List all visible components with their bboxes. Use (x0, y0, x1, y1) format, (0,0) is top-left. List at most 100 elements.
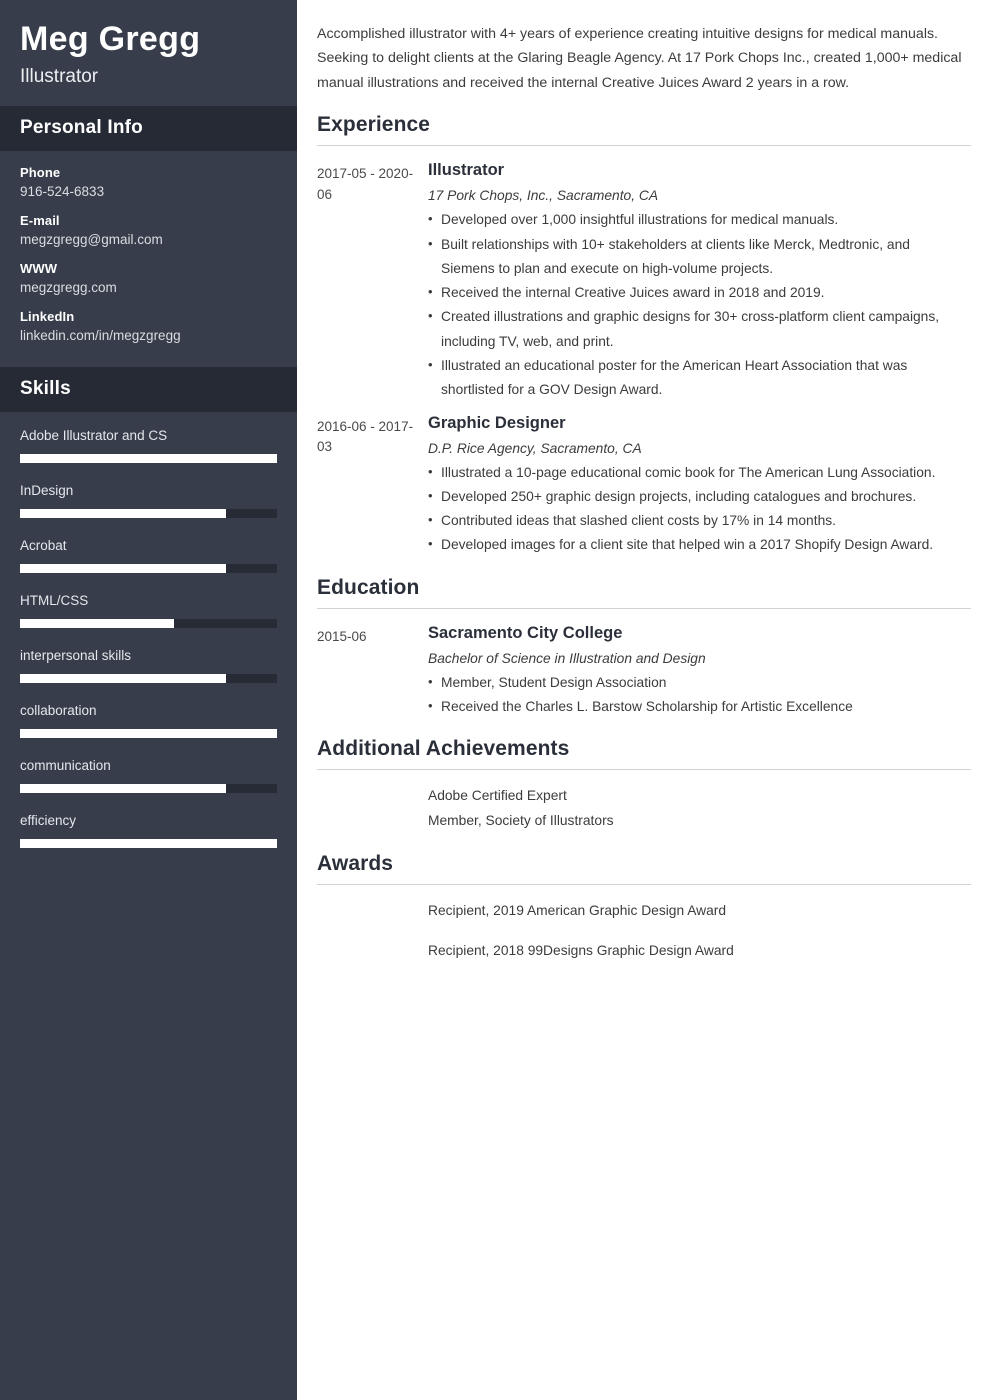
section-divider (317, 883, 971, 885)
skill-level-bar (20, 784, 277, 794)
section-divider (317, 769, 971, 771)
education-section: Education 2015-06 Sacramento City College… (317, 576, 971, 720)
entry-bullet-list: Illustrated a 10-page educational comic … (428, 461, 971, 558)
skill-level-fill (20, 454, 277, 464)
skill-level-bar (20, 839, 277, 849)
skill-label: Acrobat (20, 538, 67, 554)
entry-date: 2015-06 (317, 628, 367, 644)
experience-section: Experience 2017-05 - 2020-06 Illustrator 1… (317, 113, 971, 557)
contact-value[interactable]: linkedin.com/in/megzgregg (20, 328, 277, 343)
entry-subtitle: Bachelor of Science in Illustration and … (428, 650, 706, 666)
sidebar: Meg Gregg Illustrator Personal Info Phon… (0, 0, 297, 1400)
skill-item: Adobe Illustrator and CS (20, 428, 277, 464)
contact-item: E-mail megzgregg@gmail.com (20, 213, 277, 247)
candidate-name: Meg Gregg (20, 20, 201, 58)
awards-heading: Awards (317, 851, 394, 875)
list-item: Adobe Certified Expert (428, 788, 567, 804)
entry-title: Graphic Designer (428, 413, 566, 432)
skill-level-fill (20, 839, 277, 849)
skill-label: efficiency (20, 813, 77, 829)
experience-heading: Experience (317, 113, 431, 137)
entry-body: Sacramento City College Bachelor of Scien… (428, 624, 971, 720)
entry-body: Illustrator 17 Pork Chops, Inc., Sacramen… (428, 161, 971, 402)
skill-level-bar (20, 619, 277, 629)
entry-bullet: Illustrated a 10-page educational comic … (428, 461, 958, 485)
contact-item: LinkedIn linkedin.com/in/megzgregg (20, 309, 277, 343)
contact-label: Phone (20, 165, 61, 181)
contact-item: WWW megzgregg.com (20, 261, 277, 295)
resume-page: Meg Gregg Illustrator Personal Info Phon… (0, 0, 990, 1400)
skill-label: interpersonal skills (20, 648, 132, 664)
entry-bullet: Received the internal Creative Juices aw… (428, 281, 958, 305)
education-entries: 2015-06 Sacramento City College Bachelor o… (317, 613, 971, 720)
skills-heading: Skills (20, 378, 71, 400)
skill-item: HTML/CSS (20, 593, 277, 629)
main-content: Accomplished illustrator with 4+ years o… (297, 0, 990, 1400)
list-item: Recipient, 2019 American Graphic Design … (428, 902, 727, 918)
contact-value[interactable]: megzgregg.com (20, 280, 277, 295)
contact-label: WWW (20, 261, 58, 277)
awards-list: Recipient, 2019 American Graphic Design … (317, 889, 971, 964)
skills-header: Skills (0, 367, 297, 413)
skill-item: Acrobat (20, 538, 277, 574)
additional-achievements-heading: Additional Achievements (317, 737, 570, 761)
skill-item: efficiency (20, 813, 277, 849)
entry-bullet: Contributed ideas that slashed client co… (428, 509, 958, 533)
contact-item: Phone 916-524-6833 (20, 165, 277, 199)
entry-bullet: Developed images for a client site that … (428, 533, 958, 557)
entry-bullet: Developed over 1,000 insightful illustra… (428, 208, 958, 232)
skill-label: InDesign (20, 483, 74, 499)
list-item: Recipient, 2018 99Designs Graphic Design… (428, 942, 734, 958)
skill-level-fill (20, 784, 226, 794)
section-divider (317, 607, 971, 609)
skill-label: Adobe Illustrator and CS (20, 428, 168, 444)
skill-label: communication (20, 758, 111, 774)
skill-level-fill (20, 564, 226, 574)
personal-info-list: Phone 916-524-6833 E-mail megzgregg@gmail.c… (0, 151, 297, 367)
skill-label: collaboration (20, 703, 97, 719)
skill-level-fill (20, 674, 226, 684)
additional-achievements-section: Additional Achievements Adobe Certified … (317, 737, 971, 834)
contact-label: LinkedIn (20, 309, 75, 325)
skill-level-bar (20, 674, 277, 684)
entry: 2016-06 - 2017-03 Graphic Designer D.P. Ri… (317, 403, 971, 558)
skills-list: Adobe Illustrator and CS InDesign Acrobat H… (0, 412, 297, 888)
experience-entries: 2017-05 - 2020-06 Illustrator 17 Pork Chop… (317, 150, 971, 557)
name-block: Meg Gregg Illustrator (0, 0, 297, 106)
skill-level-fill (20, 729, 277, 739)
entry-bullet: Illustrated an educational poster for th… (428, 354, 958, 403)
education-heading: Education (317, 575, 420, 599)
entry-bullet: Developed 250+ graphic design projects, … (428, 485, 958, 509)
section-divider (317, 145, 971, 147)
entry-bullet: Created illustrations and graphic design… (428, 305, 958, 354)
entry-title: Sacramento City College (428, 623, 623, 642)
entry-bullet: Built relationships with 10+ stakeholder… (428, 233, 958, 282)
personal-info-heading: Personal Info (20, 117, 143, 139)
entry-subtitle: 17 Pork Chops, Inc., Sacramento, CA (428, 188, 659, 204)
entry-title: Illustrator (428, 161, 505, 180)
contact-value[interactable]: megzgregg@gmail.com (20, 232, 277, 247)
personal-info-header: Personal Info (0, 106, 297, 152)
entry-bullet-list: Member, Student Design AssociationReceiv… (428, 671, 971, 720)
skill-level-bar (20, 509, 277, 519)
contact-value[interactable]: 916-524-6833 (20, 184, 277, 199)
list-item: Member, Society of Illustrators (428, 813, 614, 829)
skill-item: communication (20, 758, 277, 794)
skill-level-bar (20, 454, 277, 464)
skill-level-fill (20, 509, 226, 519)
candidate-job-title: Illustrator (20, 66, 99, 88)
entry-date: 2016-06 - 2017-03 (317, 418, 414, 455)
contact-label: E-mail (20, 213, 60, 229)
additional-achievements-list: Adobe Certified Expert Member, Society of… (317, 774, 971, 834)
skill-item: interpersonal skills (20, 648, 277, 684)
professional-summary: Accomplished illustrator with 4+ years o… (317, 26, 962, 91)
entry-bullet-list: Developed over 1,000 insightful illustra… (428, 208, 971, 402)
entry-body: Graphic Designer D.P. Rice Agency, Sacram… (428, 414, 971, 558)
entry-date: 2017-05 - 2020-06 (317, 166, 414, 203)
skill-level-fill (20, 619, 175, 629)
entry-subtitle: D.P. Rice Agency, Sacramento, CA (428, 440, 642, 456)
skill-level-bar (20, 729, 277, 739)
entry-bullet: Received the Charles L. Barstow Scholars… (428, 695, 958, 719)
skill-item: InDesign (20, 483, 277, 519)
awards-section: Awards Recipient, 2019 American Graphic … (317, 852, 971, 964)
